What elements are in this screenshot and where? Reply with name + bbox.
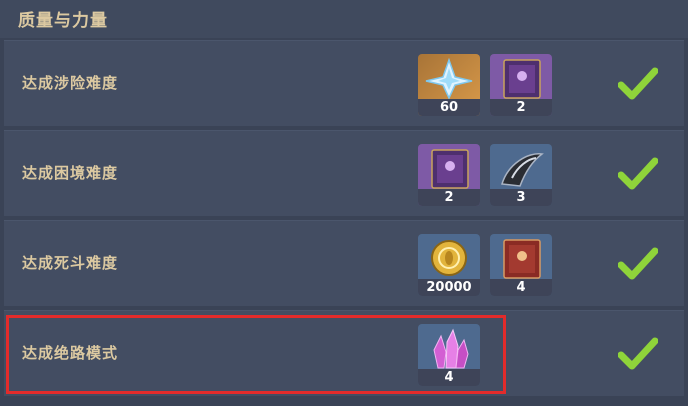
section-title: 质量与力量 xyxy=(18,11,108,31)
reward-slot[interactable]: 4 xyxy=(418,324,480,386)
reward-slot[interactable]: 3 xyxy=(490,144,552,206)
reward-slot[interactable]: 60 xyxy=(418,54,480,116)
reward-quantity: 3 xyxy=(490,189,552,206)
reward-slot[interactable]: 4 xyxy=(490,234,552,296)
check-icon xyxy=(618,247,658,280)
challenge-label: 达成涉险难度 xyxy=(22,74,119,92)
check-icon xyxy=(618,337,658,370)
reward-quantity: 2 xyxy=(490,99,552,116)
reward-quantity: 20000 xyxy=(418,279,480,296)
section-header: 质量与力量 xyxy=(0,0,688,38)
reward-quantity: 4 xyxy=(490,279,552,296)
check-icon xyxy=(618,67,658,100)
reward-quantity: 2 xyxy=(418,189,480,206)
challenge-row: 达成困境难度 2 3 xyxy=(4,130,684,216)
reward-quantity: 60 xyxy=(418,99,480,116)
reward-slot[interactable]: 2 xyxy=(418,144,480,206)
challenge-row: 达成死斗难度 20000 4 xyxy=(4,220,684,306)
reward-slot[interactable]: 2 xyxy=(490,54,552,116)
challenge-row: 达成涉险难度 60 2 xyxy=(4,40,684,126)
challenge-row: 达成绝路模式 4 xyxy=(4,310,684,396)
challenge-label: 达成绝路模式 xyxy=(22,344,119,362)
reward-quantity: 4 xyxy=(418,369,480,386)
challenge-label: 达成困境难度 xyxy=(22,164,119,182)
check-icon xyxy=(618,157,658,190)
reward-slot[interactable]: 20000 xyxy=(418,234,480,296)
challenge-label: 达成死斗难度 xyxy=(22,254,119,272)
